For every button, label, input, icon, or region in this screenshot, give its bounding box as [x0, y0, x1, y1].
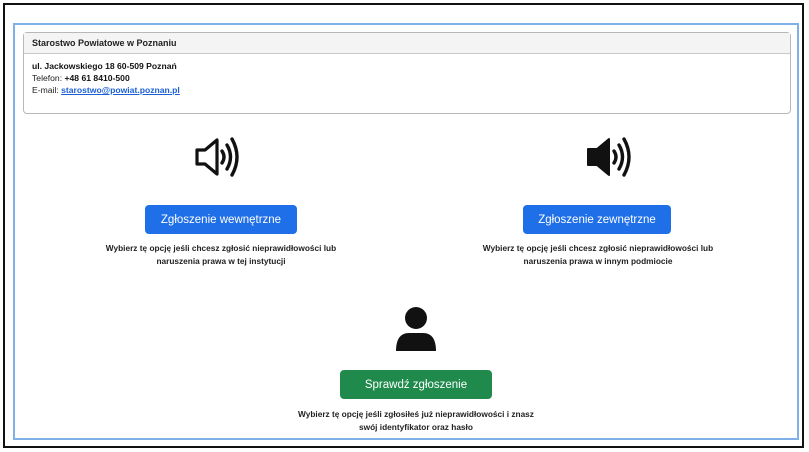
check-report-button[interactable]: Sprawdź zgłoszenie [340, 370, 492, 399]
phone-label: Telefon: [32, 73, 65, 83]
speaker-outline-icon [193, 135, 243, 184]
external-description-line1: Wybierz tę opcję jeśli chcesz zgłosić ni… [482, 243, 714, 253]
email-line: E-mail: starostwo@powiat.poznan.pl [32, 84, 782, 96]
email-label: E-mail: [32, 85, 62, 95]
internal-description-line1: Wybierz tę opcję jeśli chcesz zgłosić ni… [105, 243, 337, 253]
external-report-button[interactable]: Zgłoszenie zewnętrzne [523, 205, 671, 234]
whistleblower-page: Starostwo Powiatowe w Poznaniu ul. Jacko… [13, 23, 799, 440]
internal-report-button[interactable]: Zgłoszenie wewnętrzne [145, 205, 297, 234]
email-link[interactable]: starostwo@powiat.poznan.pl [61, 85, 180, 95]
institution-name: Starostwo Powiatowe w Poznaniu [24, 33, 790, 54]
internal-description-line2: naruszenia prawa w tej instytucji [156, 256, 286, 266]
institution-card: Starostwo Powiatowe w Poznaniu ul. Jacko… [23, 32, 791, 114]
external-description-line2: naruszenia prawa w innym podmiocie [523, 256, 673, 266]
external-report-description: Wybierz tę opcję jeśli chcesz zgłosić ni… [445, 242, 751, 268]
check-report-description: Wybierz tę opcję jeśli zgłosiłeś już nie… [260, 408, 572, 434]
internal-report-description: Wybierz tę opcję jeśli chcesz zgłosić ni… [65, 242, 377, 268]
speaker-filled-icon [585, 135, 635, 184]
check-description-line2: swój identyfikator oraz hasło [359, 422, 473, 432]
institution-contact: ul. Jackowskiego 18 60-509 Poznań Telefo… [24, 54, 790, 96]
user-icon [393, 306, 439, 357]
phone-line: Telefon: +48 61 8410-500 [32, 72, 782, 84]
check-description-line1: Wybierz tę opcję jeśli zgłosiłeś już nie… [298, 409, 534, 419]
institution-address: ul. Jackowskiego 18 60-509 Poznań [32, 61, 177, 71]
phone-number: +48 61 8410-500 [64, 73, 130, 83]
